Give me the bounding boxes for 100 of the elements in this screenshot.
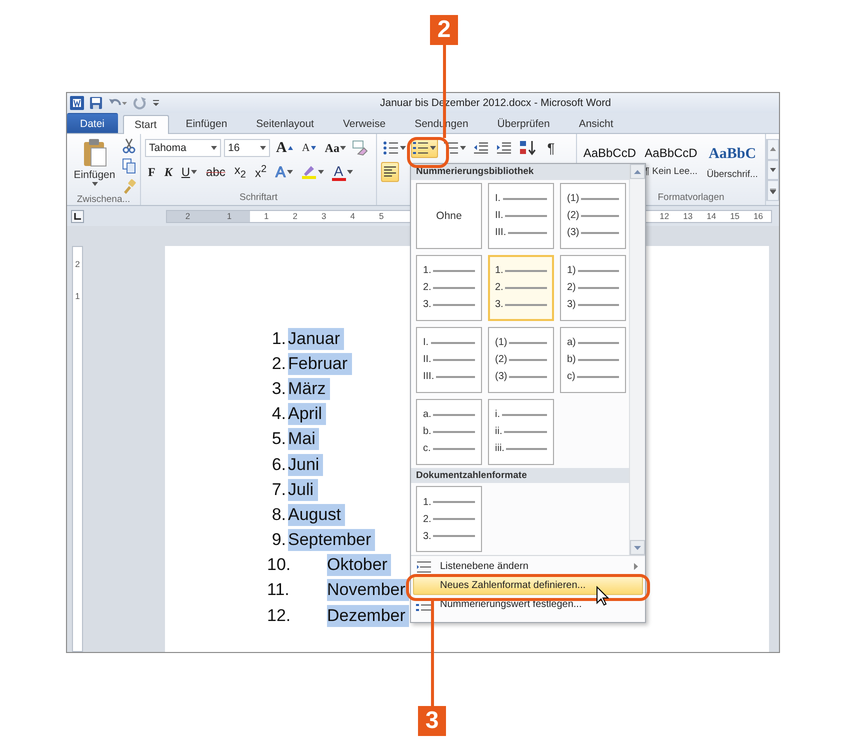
list-number: 6.: [270, 454, 286, 475]
scroll-down-button[interactable]: [630, 540, 645, 555]
caret-icon: [260, 146, 266, 150]
clear-formatting-icon[interactable]: [352, 140, 368, 156]
numbering-format-tile[interactable]: 1. 2. 3.: [488, 254, 554, 320]
ribbon-tab[interactable]: Einfügen: [174, 114, 240, 133]
numbering-format-tile[interactable]: I. II. III.: [416, 326, 482, 392]
caret-icon: [430, 146, 436, 150]
up-arrow-icon: [634, 170, 641, 174]
scroll-up-button[interactable]: [630, 164, 645, 179]
up-arrow-icon: [770, 147, 776, 152]
numbered-list-icon: [413, 141, 429, 155]
numbering-format-tile[interactable]: 1. 2. 3.: [416, 254, 482, 320]
change-case-button[interactable]: Aa: [322, 139, 350, 157]
numbering-format-tile[interactable]: Ohne: [416, 182, 482, 248]
shrink-font-button[interactable]: A: [298, 139, 319, 157]
list-item-text: März: [288, 378, 330, 400]
list-number: 7.: [270, 480, 286, 500]
more-arrow-icon: [770, 188, 776, 194]
font-color-button[interactable]: A: [328, 163, 356, 181]
font-size-field[interactable]: 16: [224, 139, 270, 157]
down-arrow-icon: [770, 168, 776, 172]
numbering-format-tile[interactable]: 1) 2) 3): [560, 254, 626, 320]
list-number: 5.: [270, 429, 286, 450]
ribbon-tab[interactable]: Überprüfen: [485, 114, 562, 133]
ribbon-tab[interactable]: Verweise: [330, 114, 398, 133]
group-label: Zwischena...: [76, 194, 132, 205]
caret-icon: [191, 170, 198, 174]
align-left-button[interactable]: [381, 162, 399, 182]
caret-icon: [286, 170, 293, 174]
customize-icon[interactable]: [152, 98, 160, 108]
gallery-up-button[interactable]: [767, 139, 779, 160]
section-header: Dokumentzahlenformate: [411, 468, 629, 483]
down-arrow-icon: [634, 546, 641, 550]
grow-font-button[interactable]: A: [273, 139, 296, 157]
group-label: Formatvorlagen: [656, 192, 726, 205]
paste-button[interactable]: Einfügen: [71, 138, 118, 190]
script-button[interactable]: x$_{2}$: [231, 163, 249, 181]
ribbon-tab[interactable]: Seitenlayout: [244, 114, 326, 133]
list-item-text: Mai: [288, 428, 320, 450]
list-item-text: Juni: [288, 454, 324, 476]
list-number: 8.: [270, 504, 286, 525]
list-item-text: Dezember: [327, 604, 410, 627]
group-label: Schriftart: [238, 192, 278, 205]
style-tile[interactable]: AaBbC Überschrif...: [704, 138, 761, 186]
numbering-format-tile[interactable]: I. II. III.: [488, 182, 554, 248]
list-item-text: Januar: [288, 328, 344, 350]
list-number: 10.: [266, 555, 292, 576]
numbering-format-tile[interactable]: 1. 2. 3.: [416, 486, 482, 552]
clipboard-icon: [82, 138, 108, 168]
up-triangle-icon: [288, 146, 293, 150]
tab-stop-selector[interactable]: [71, 210, 84, 222]
numbering-format-tile[interactable]: i. ii. iii.: [488, 398, 554, 464]
list-item-text: Oktober: [327, 554, 392, 576]
caret-icon: [318, 170, 324, 174]
increase-indent-icon: [496, 141, 512, 155]
copy-icon[interactable]: [122, 158, 136, 174]
numbering-format-tile[interactable]: a. b. c.: [416, 398, 482, 464]
numbering-format-tile[interactable]: (1) (2) (3): [488, 326, 554, 392]
mouse-pointer-icon: [596, 586, 609, 606]
list-item-text: November: [327, 579, 410, 602]
step-badge: 3: [418, 706, 446, 736]
numbering-format-tile[interactable]: (1) (2) (3): [560, 182, 626, 248]
decrease-indent-icon: [473, 141, 489, 155]
save-icon[interactable]: [89, 96, 103, 110]
list-item-text: April: [288, 403, 326, 426]
list-number: 9.: [270, 530, 286, 550]
list-item-text: Juli: [288, 478, 318, 501]
italic-button[interactable]: K: [161, 163, 176, 181]
file-tab[interactable]: Datei: [67, 113, 118, 133]
list-item-text: September: [288, 529, 376, 552]
section-header: Nummerierungsbibliothek: [411, 164, 629, 180]
font-name-field[interactable]: Tahoma: [145, 139, 221, 157]
menu-item[interactable]: Listenebene ändern: [413, 557, 643, 576]
ribbon-tab[interactable]: Start: [122, 115, 169, 134]
caret-icon: [340, 146, 346, 150]
bold-button[interactable]: F: [145, 163, 158, 181]
gallery-down-button[interactable]: [767, 160, 779, 180]
menu-item[interactable]: Neues Zahlenformat definieren...: [413, 576, 643, 595]
script-button[interactable]: x$^{2}$: [252, 163, 270, 181]
underline-button[interactable]: U: [178, 163, 200, 181]
ribbon-tab[interactable]: Ansicht: [566, 114, 626, 133]
list-item-text: August: [288, 504, 345, 526]
highlight-ring: [407, 137, 449, 168]
strikethrough-button[interactable]: abc: [203, 163, 228, 181]
list-level-icon: [416, 560, 432, 572]
vertical-ruler: 2 1: [72, 246, 83, 652]
caret-icon: [92, 182, 98, 186]
show-formatting-button[interactable]: ¶: [542, 138, 560, 158]
gallery-more-button[interactable]: [767, 180, 779, 202]
list-number: 11.: [266, 580, 290, 600]
caret-icon: [460, 146, 466, 150]
caret-icon: [400, 146, 406, 150]
submenu-arrow-icon: [634, 563, 638, 570]
list-number: 2.: [270, 354, 286, 374]
app-icon[interactable]: [70, 96, 84, 110]
caret-icon: [211, 146, 217, 150]
scissors-icon[interactable]: [122, 138, 136, 154]
numbering-format-tile[interactable]: a) b) c): [560, 326, 626, 392]
highlighter-icon: [300, 164, 317, 180]
